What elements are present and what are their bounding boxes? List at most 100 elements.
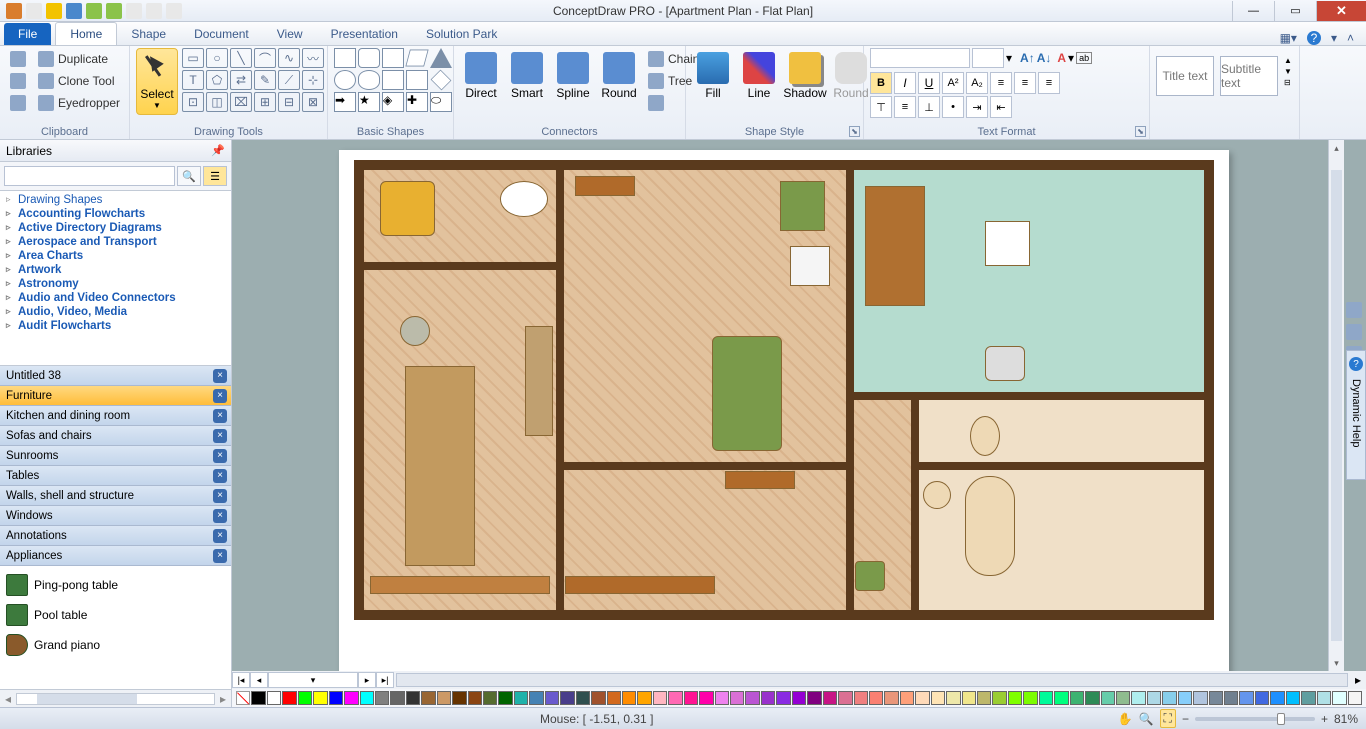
color-swatch[interactable] [715, 691, 729, 705]
color-swatch[interactable] [421, 691, 435, 705]
dining-table[interactable] [865, 186, 925, 306]
color-swatch[interactable] [576, 691, 590, 705]
shape-style-launcher[interactable]: ⬊ [849, 126, 860, 137]
color-swatch[interactable] [437, 691, 451, 705]
color-swatch[interactable] [298, 691, 312, 705]
color-swatch[interactable] [1116, 691, 1130, 705]
tree-node[interactable]: Audit Flowcharts [0, 319, 231, 333]
outdent-button[interactable]: ⇤ [990, 96, 1012, 118]
color-swatch[interactable] [1054, 691, 1068, 705]
color-swatch[interactable] [838, 691, 852, 705]
copy-icon[interactable] [126, 3, 142, 19]
color-swatch[interactable] [514, 691, 528, 705]
wardrobe-mid[interactable] [565, 576, 715, 594]
color-swatch[interactable] [900, 691, 914, 705]
open-lib-item[interactable]: Walls, shell and structure× [0, 486, 231, 506]
close-button[interactable]: ✕ [1316, 1, 1366, 21]
copy-button[interactable] [6, 70, 30, 92]
connector-tool[interactable]: ⇄ [230, 70, 252, 90]
collapse-ribbon-icon[interactable]: ˄ [1347, 31, 1354, 45]
shelf[interactable] [525, 326, 553, 436]
canvas-vscroll[interactable]: ▴ ▾ [1328, 140, 1344, 671]
color-swatch[interactable] [668, 691, 682, 705]
open-lib-item[interactable]: Kitchen and dining room× [0, 406, 231, 426]
vscroll-down-icon[interactable]: ▾ [1329, 655, 1344, 671]
tree-node[interactable]: Audio and Video Connectors [0, 291, 231, 305]
library-search-input[interactable] [4, 166, 175, 186]
color-swatch[interactable] [699, 691, 713, 705]
bullet-button[interactable]: • [942, 96, 964, 118]
color-swatch[interactable] [360, 691, 374, 705]
color-swatch[interactable] [761, 691, 775, 705]
shape-item[interactable]: Pool table [4, 600, 227, 630]
zoom-slider[interactable] [1195, 717, 1315, 721]
rug[interactable] [405, 366, 475, 566]
color-swatch[interactable] [1147, 691, 1161, 705]
vscroll-up-icon[interactable]: ▴ [1329, 140, 1344, 156]
bathtub[interactable] [965, 476, 1015, 576]
grow-font-icon[interactable]: A↑ [1020, 51, 1035, 65]
color-swatch[interactable] [1209, 691, 1223, 705]
stool[interactable] [855, 561, 885, 591]
redo-icon[interactable] [106, 3, 122, 19]
tool-18[interactable]: ⊠ [302, 92, 324, 112]
eyedropper-button[interactable]: Eyedropper [34, 92, 124, 114]
close-lib-icon[interactable]: × [213, 389, 227, 403]
color-swatch[interactable] [1193, 691, 1207, 705]
polygon-tool[interactable]: ⬠ [206, 70, 228, 90]
room-bath[interactable] [915, 466, 1208, 614]
color-swatch[interactable] [1317, 691, 1331, 705]
fridge[interactable] [790, 246, 830, 286]
align-bottom-button[interactable]: ⊥ [918, 96, 940, 118]
tab-document[interactable]: Document [180, 23, 263, 45]
no-fill-swatch[interactable] [236, 691, 250, 705]
floor-plan[interactable] [354, 160, 1214, 620]
zoom-in-icon[interactable]: + [1321, 712, 1328, 726]
shape-rect[interactable] [334, 48, 356, 68]
underline-button[interactable]: U [918, 72, 940, 94]
color-swatch[interactable] [1039, 691, 1053, 705]
canvas-viewport[interactable]: ▴ ▾ [232, 140, 1366, 671]
color-swatch[interactable] [560, 691, 574, 705]
close-lib-icon[interactable]: × [213, 509, 227, 523]
color-swatch[interactable] [962, 691, 976, 705]
fill-button[interactable]: Fill [692, 48, 734, 104]
color-swatch[interactable] [375, 691, 389, 705]
color-swatch[interactable] [1023, 691, 1037, 705]
align-right-button[interactable]: ≡ [1038, 72, 1060, 94]
color-swatch[interactable] [884, 691, 898, 705]
paste-icon[interactable] [146, 3, 162, 19]
tree-node[interactable]: Drawing Shapes [0, 193, 231, 207]
page-last-icon[interactable]: ▸| [376, 672, 394, 688]
scroll-left-icon[interactable]: ◂ [0, 692, 16, 706]
smart-connector[interactable]: Smart [506, 48, 548, 104]
tool-13[interactable]: ⊡ [182, 92, 204, 112]
save-icon[interactable] [66, 3, 82, 19]
color-swatch[interactable] [792, 691, 806, 705]
color-swatch[interactable] [977, 691, 991, 705]
color-swatch[interactable] [498, 691, 512, 705]
font-name-input[interactable] [870, 48, 970, 68]
color-swatch[interactable] [1348, 691, 1362, 705]
close-lib-icon[interactable]: × [213, 549, 227, 563]
shape-hex[interactable] [382, 48, 404, 68]
ellipse-tool[interactable]: ○ [206, 48, 228, 68]
tree-node[interactable]: Accounting Flowcharts [0, 207, 231, 221]
tab-view[interactable]: View [263, 23, 317, 45]
cabinet-top[interactable] [575, 176, 635, 196]
color-swatch[interactable] [1131, 691, 1145, 705]
open-lib-item[interactable]: Tables× [0, 466, 231, 486]
hscroll-thumb[interactable] [37, 694, 137, 704]
color-swatch[interactable] [946, 691, 960, 705]
console-table[interactable] [725, 471, 795, 489]
tab-solution-park[interactable]: Solution Park [412, 23, 511, 45]
font-size-input[interactable] [972, 48, 1004, 68]
color-swatch[interactable] [1224, 691, 1238, 705]
zoom-thumb[interactable] [1277, 713, 1285, 725]
hscroll-thumb[interactable] [397, 674, 1347, 686]
color-swatch[interactable] [529, 691, 543, 705]
title-style[interactable]: Title text [1156, 56, 1214, 96]
color-swatch[interactable] [1008, 691, 1022, 705]
line-tool[interactable]: ╲ [230, 48, 252, 68]
open-lib-item[interactable]: Furniture× [0, 386, 231, 406]
